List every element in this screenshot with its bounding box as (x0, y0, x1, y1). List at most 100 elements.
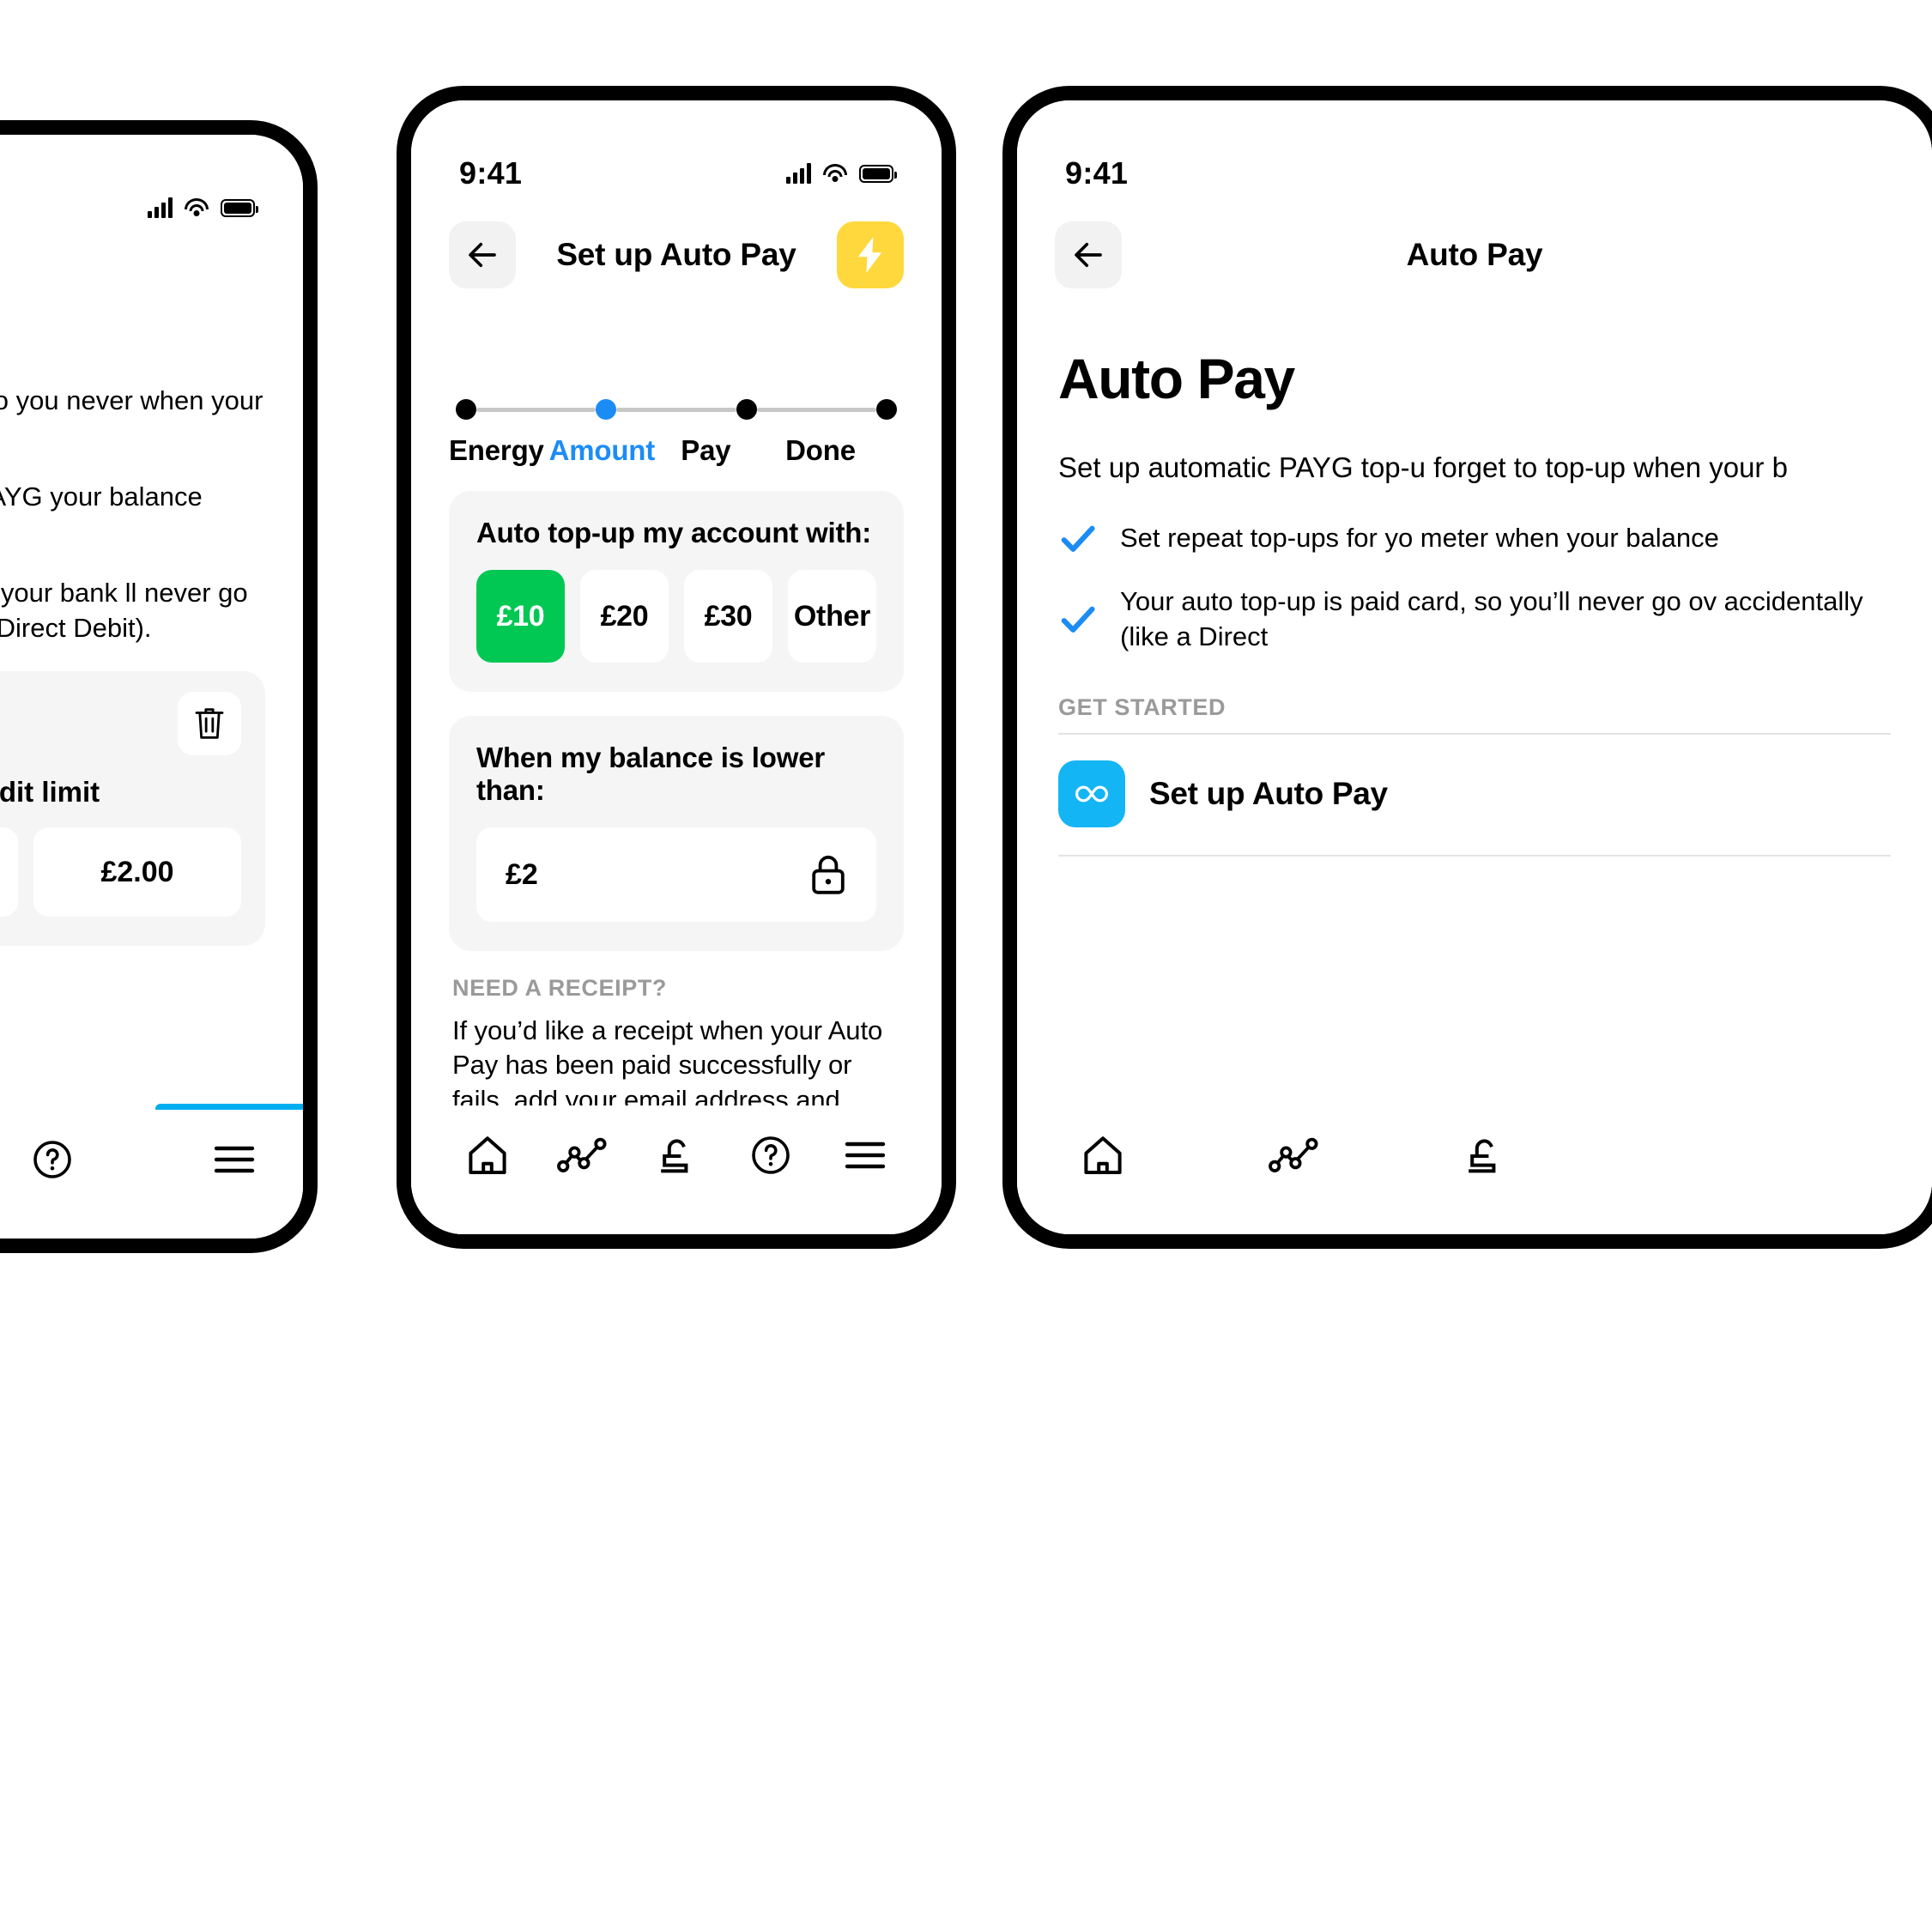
stepper-track (449, 397, 904, 422)
right-tab-bar (1017, 1105, 1932, 1234)
status-icons (786, 163, 897, 184)
home-icon (1084, 1136, 1122, 1174)
signal-bars-icon (148, 197, 173, 218)
tab-usage[interactable] (1254, 1116, 1333, 1195)
threshold-card-title: When my balance is lower than: (476, 742, 825, 806)
get-started-label: GET STARTED (1058, 693, 1226, 720)
amount-option-other[interactable]: Other (788, 570, 876, 663)
step-dot-energy[interactable] (456, 399, 476, 420)
balance-threshold-card: When my balance is lower than: £2 (449, 716, 904, 951)
tab-balance[interactable] (1444, 1116, 1523, 1195)
step-dot-pay[interactable] (736, 399, 757, 420)
left-tab-bar (0, 1110, 303, 1239)
topup-card-title: Auto top-up my account with: (476, 517, 872, 548)
credit-limit-value[interactable]: £2.00 (33, 827, 241, 918)
row-icon-wrap (1058, 760, 1125, 827)
step-line-2 (616, 407, 736, 412)
home-icon (469, 1136, 506, 1174)
question-icon (752, 1136, 790, 1174)
topup-amount-card: Auto top-up my account with: £10 £20 £30… (449, 491, 904, 692)
threshold-field[interactable]: £2 (476, 827, 876, 922)
check-icon (1061, 525, 1095, 552)
tab-usage[interactable] (542, 1116, 621, 1195)
lightning-action-button[interactable] (837, 221, 904, 288)
status-time: 9:41 (459, 155, 523, 191)
tab-help[interactable] (13, 1120, 92, 1199)
left-paragraph-2: op-ups for your PAYG your balance reache… (0, 481, 203, 512)
stepper-labels: Energy Amount Pay Done (449, 434, 904, 467)
back-button[interactable] (1055, 221, 1122, 288)
pound-icon (1469, 1139, 1496, 1173)
left-paragraph-3: op-up is paid with your bank ll never go… (0, 577, 248, 643)
wifi-icon (185, 198, 209, 217)
trash-icon (195, 708, 224, 740)
credit-limit-label: Credit limit (0, 776, 100, 809)
menu-icon (845, 1142, 886, 1169)
battery-icon (859, 164, 897, 183)
right-status-bar: 9:41 (1017, 100, 1932, 203)
list-item-set-up-auto-pay[interactable]: Set up Auto Pay (1058, 735, 1891, 857)
tab-help[interactable] (731, 1116, 810, 1195)
amount-options: £10 £20 £30 Other (476, 570, 876, 663)
phone-middle: 9:41 Set up Auto Pay Energy Amount Pay D… (397, 86, 956, 1249)
middle-screen: 9:41 Set up Auto Pay Energy Amount Pay D… (411, 100, 942, 1234)
left-screen: Auto Pay c PAYG top-ups so you never whe… (0, 135, 303, 1239)
threshold-value: £2 (506, 857, 538, 891)
phone-left: Auto Pay c PAYG top-ups so you never whe… (0, 120, 318, 1253)
step-label-pay: Pay (681, 434, 731, 466)
row-label: Set up Auto Pay (1149, 775, 1388, 811)
middle-status-bar: 9:41 (411, 100, 942, 203)
right-navbar: Auto Pay (1017, 214, 1932, 296)
left-paragraph-1: c PAYG top-ups so you never when your ba… (0, 385, 263, 415)
list-item: Your auto top-up is paid card, so you’ll… (1058, 584, 1891, 655)
menu-icon (214, 1146, 255, 1173)
step-dot-done[interactable] (875, 399, 897, 420)
infinity-icon (1075, 785, 1108, 802)
wifi-icon (823, 164, 847, 183)
phone-right: 9:41 Auto Pay Auto Pay Set up automatic … (1002, 86, 1932, 1249)
check-icon (1061, 606, 1095, 633)
left-status-icons (148, 197, 258, 218)
amount-option-30[interactable]: £30 (684, 570, 772, 663)
back-button[interactable] (449, 221, 516, 288)
right-body: Auto Pay Set up automatic PAYG top-u for… (1017, 346, 1932, 857)
lightning-bolt-icon (857, 237, 882, 273)
right-screen: 9:41 Auto Pay Auto Pay Set up automatic … (1017, 100, 1932, 1234)
delete-button[interactable] (178, 692, 241, 756)
tab-menu[interactable] (195, 1120, 274, 1199)
receipt-section-label: NEED A RECEIPT? (452, 975, 668, 1001)
usage-icon (557, 1137, 607, 1172)
step-label-done: Done (785, 434, 856, 466)
step-label-energy: Energy (449, 434, 544, 466)
tab-home[interactable] (448, 1116, 527, 1195)
pound-icon (661, 1139, 688, 1173)
list-item: Set repeat top-ups for yo meter when you… (1058, 519, 1891, 559)
bullet-text-2: Your auto top-up is paid card, so you’ll… (1120, 585, 1863, 651)
progress-stepper: Energy Amount Pay Done (449, 397, 904, 467)
usage-icon (1269, 1137, 1318, 1172)
page-title: Set up Auto Pay (556, 237, 796, 272)
amount-option-10[interactable]: £10 (476, 570, 565, 663)
credit-limit-box-empty[interactable] (0, 827, 18, 918)
left-page-title: Auto Pay (0, 271, 265, 307)
bullet-text-1: Set repeat top-ups for yo meter when you… (1120, 523, 1719, 554)
screenshot-stage: Auto Pay c PAYG top-ups so you never whe… (0, 0, 1932, 1932)
step-line-1 (476, 407, 597, 412)
step-dot-amount[interactable] (596, 399, 617, 420)
lock-icon (812, 855, 845, 894)
tab-balance[interactable] (637, 1116, 716, 1195)
step-label-amount: Amount (548, 434, 656, 466)
tab-menu[interactable] (826, 1116, 905, 1195)
right-page-title: Auto Pay (1406, 237, 1543, 272)
right-bullet-list: Set repeat top-ups for yo meter when you… (1058, 519, 1891, 655)
tab-home[interactable] (1063, 1116, 1142, 1195)
left-credit-card: Credit limit £2.00 (0, 671, 265, 947)
credit-limit-row: £2.00 (0, 827, 241, 918)
amount-option-20[interactable]: £20 (580, 570, 669, 663)
right-heading: Auto Pay (1058, 347, 1295, 410)
arrow-left-icon (469, 242, 496, 268)
middle-tab-bar (411, 1105, 942, 1234)
signal-bars-icon (786, 163, 811, 184)
right-intro-text: Set up automatic PAYG top-u forget to to… (1058, 451, 1788, 483)
left-status-bar (0, 135, 303, 238)
